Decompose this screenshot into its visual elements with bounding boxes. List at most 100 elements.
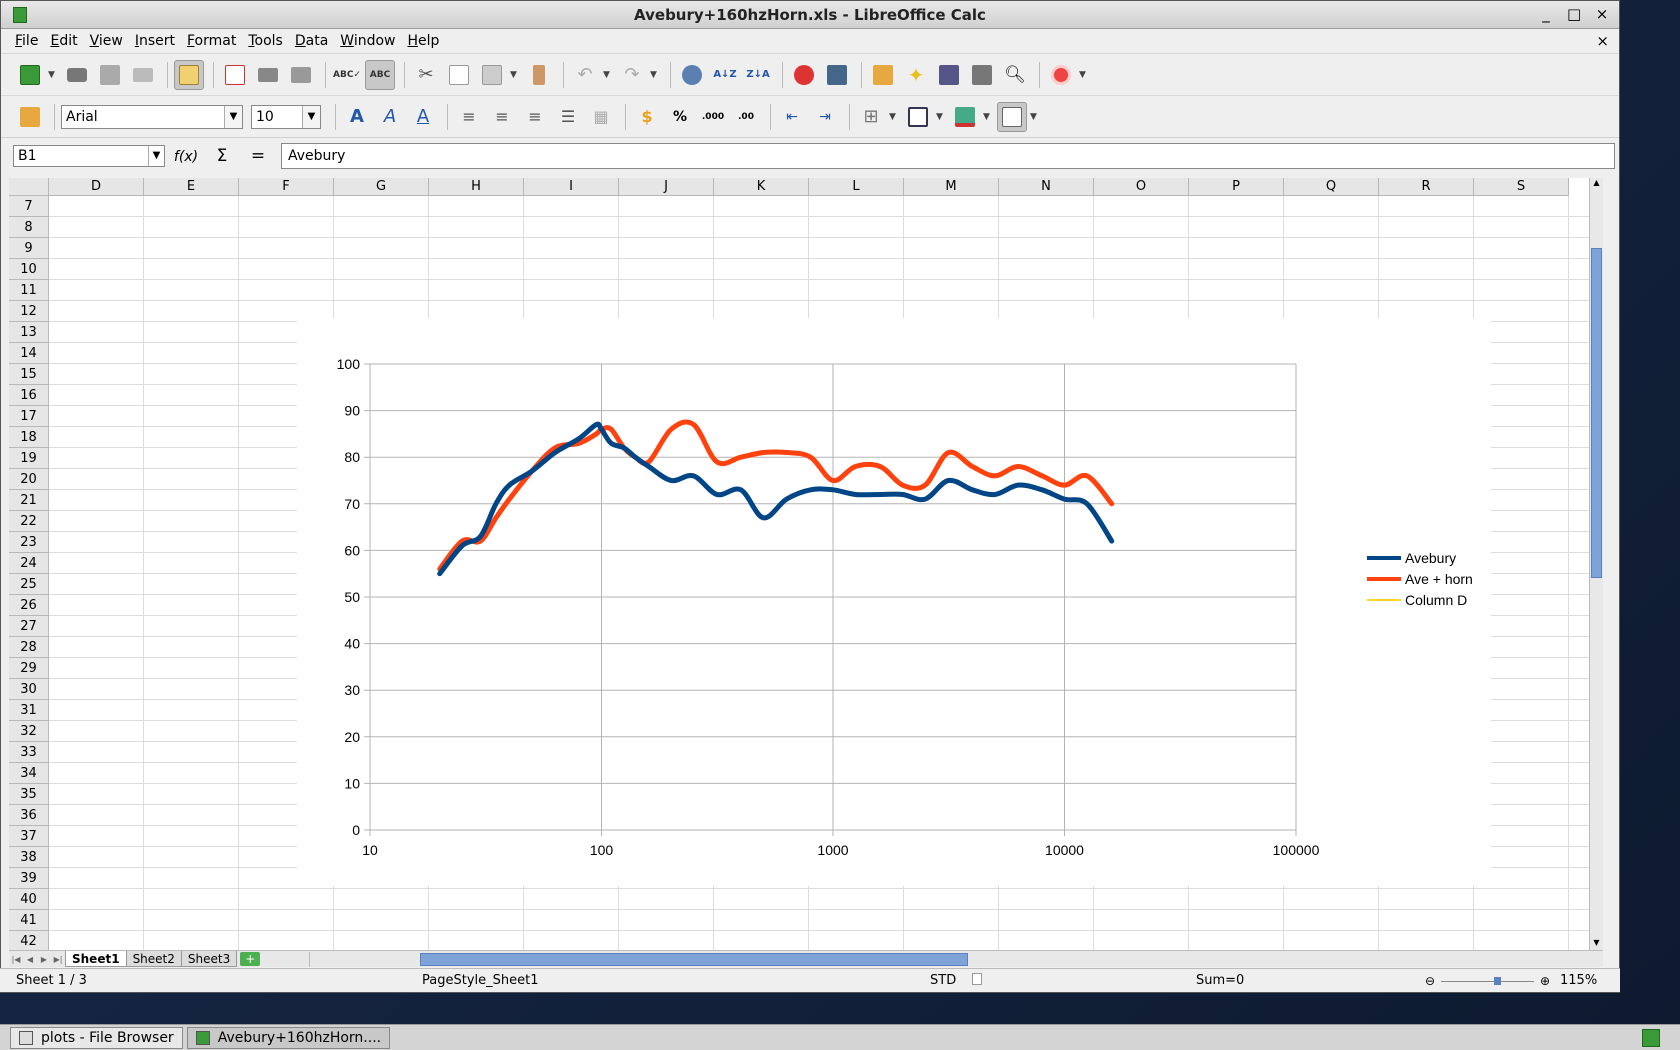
row-header[interactable]: 24 [9,553,49,574]
font-color-dropdown-icon[interactable]: ▼ [983,112,993,122]
paste-icon[interactable] [477,60,507,90]
sort-ascending-icon[interactable]: A↓Z [710,60,740,90]
name-box[interactable]: B1 ▼ [13,144,165,167]
column-header[interactable]: Q [1284,178,1379,196]
align-left-icon[interactable]: ≡ [454,102,484,132]
column-header[interactable]: K [714,178,809,196]
horizontal-scrollbar[interactable] [309,952,1587,967]
column-header[interactable]: G [334,178,429,196]
export-pdf-icon[interactable] [220,60,250,90]
chevron-down-icon[interactable]: ▼ [148,145,164,166]
first-sheet-icon[interactable]: |◀ [9,955,23,964]
justify-icon[interactable]: ☰ [553,102,583,132]
row-header[interactable]: 30 [9,679,49,700]
column-header[interactable]: L [809,178,904,196]
row-header[interactable]: 36 [9,805,49,826]
row-header[interactable]: 9 [9,238,49,259]
row-header[interactable]: 10 [9,259,49,280]
row-header[interactable]: 12 [9,301,49,322]
row-header[interactable]: 35 [9,784,49,805]
row-header[interactable]: 8 [9,217,49,238]
add-decimal-icon[interactable]: .000 [698,102,728,132]
show-draw-functions-icon[interactable] [822,60,852,90]
spellcheck-icon[interactable]: ABC✓ [332,60,362,90]
new-dropdown-icon[interactable]: ▼ [48,70,58,80]
row-header[interactable]: 19 [9,448,49,469]
redo-dropdown-icon[interactable]: ▼ [650,70,660,80]
row-header[interactable]: 13 [9,322,49,343]
last-sheet-icon[interactable]: ▶| [51,955,65,964]
new-document-icon[interactable] [15,60,45,90]
row-header[interactable]: 22 [9,511,49,532]
scroll-down-icon[interactable]: ▼ [1590,938,1603,950]
row-header[interactable]: 7 [9,196,49,217]
row-header[interactable]: 11 [9,280,49,301]
prev-sheet-icon[interactable]: ◀ [23,955,37,964]
column-header[interactable]: D [49,178,144,196]
taskbar-item-file-browser[interactable]: plots - File Browser [10,1026,183,1049]
row-header[interactable]: 14 [9,343,49,364]
row-header[interactable]: 25 [9,574,49,595]
decrease-indent-icon[interactable]: ⇤ [777,102,807,132]
row-header[interactable]: 42 [9,931,49,950]
scroll-up-icon[interactable]: ▲ [1590,178,1603,190]
horizontal-scroll-thumb[interactable] [420,953,968,966]
merge-cells-icon[interactable]: ▦ [586,102,616,132]
row-header[interactable]: 21 [9,490,49,511]
close-window-button[interactable]: × [1595,5,1609,23]
borders-dropdown-icon[interactable]: ▼ [889,112,899,122]
copy-icon[interactable] [444,60,474,90]
undo-dropdown-icon[interactable]: ▼ [603,70,613,80]
row-header[interactable]: 23 [9,532,49,553]
selection-mode[interactable]: STD [930,973,956,988]
row-header[interactable]: 15 [9,364,49,385]
menu-view[interactable]: View [84,33,129,49]
email-icon[interactable] [128,60,158,90]
align-right-icon[interactable]: ≡ [520,102,550,132]
row-header[interactable]: 27 [9,616,49,637]
column-header[interactable]: H [429,178,524,196]
zoom-icon[interactable]: 🔍︎ [1000,60,1030,90]
zoom-slider[interactable]: ⊖ ⊕ [1425,974,1550,988]
zoom-in-icon[interactable]: ⊕ [1540,974,1550,988]
hyperlink-icon[interactable] [677,60,707,90]
page-style[interactable]: PageStyle_Sheet1 [422,973,538,988]
column-header[interactable]: M [904,178,999,196]
cut-icon[interactable]: ✂ [411,60,441,90]
column-header[interactable]: N [999,178,1094,196]
menu-data[interactable]: Data [289,33,334,49]
data-sources-icon[interactable] [967,60,997,90]
row-header[interactable]: 18 [9,427,49,448]
row-header[interactable]: 34 [9,763,49,784]
clone-formatting-icon[interactable] [524,60,554,90]
menu-insert[interactable]: Insert [129,33,181,49]
row-header[interactable]: 37 [9,826,49,847]
row-header[interactable]: 20 [9,469,49,490]
print-preview-icon[interactable] [286,60,316,90]
column-header[interactable]: R [1379,178,1474,196]
menu-tools[interactable]: Tools [242,33,289,49]
bold-icon[interactable]: A [342,102,372,132]
sheet-tab-1[interactable]: Sheet1 [65,951,127,967]
italic-icon[interactable]: A [375,102,405,132]
column-header[interactable]: J [619,178,714,196]
menu-window[interactable]: Window [334,33,401,49]
open-icon[interactable] [62,60,92,90]
row-header[interactable]: 40 [9,889,49,910]
gallery-icon[interactable] [934,60,964,90]
chevron-down-icon[interactable]: ▼ [224,105,242,128]
row-header[interactable]: 29 [9,658,49,679]
zoom-level[interactable]: 115% [1560,973,1597,988]
toolbar-options-icon[interactable]: ▼ [1030,112,1040,122]
underline-icon[interactable]: A [408,102,438,132]
vertical-scrollbar[interactable]: ▲ ▼ [1589,178,1603,950]
next-sheet-icon[interactable]: ▶ [37,955,51,964]
redo-icon[interactable]: ↷ [617,60,647,90]
borders-icon[interactable]: ⊞ [856,102,886,132]
delete-decimal-icon[interactable]: .00 [731,102,761,132]
select-all-corner[interactable] [9,178,49,196]
vertical-scroll-thumb[interactable] [1591,248,1602,578]
navigator-icon[interactable]: ✦ [901,60,931,90]
styles-icon[interactable] [15,102,45,132]
menu-edit[interactable]: Edit [44,33,83,49]
